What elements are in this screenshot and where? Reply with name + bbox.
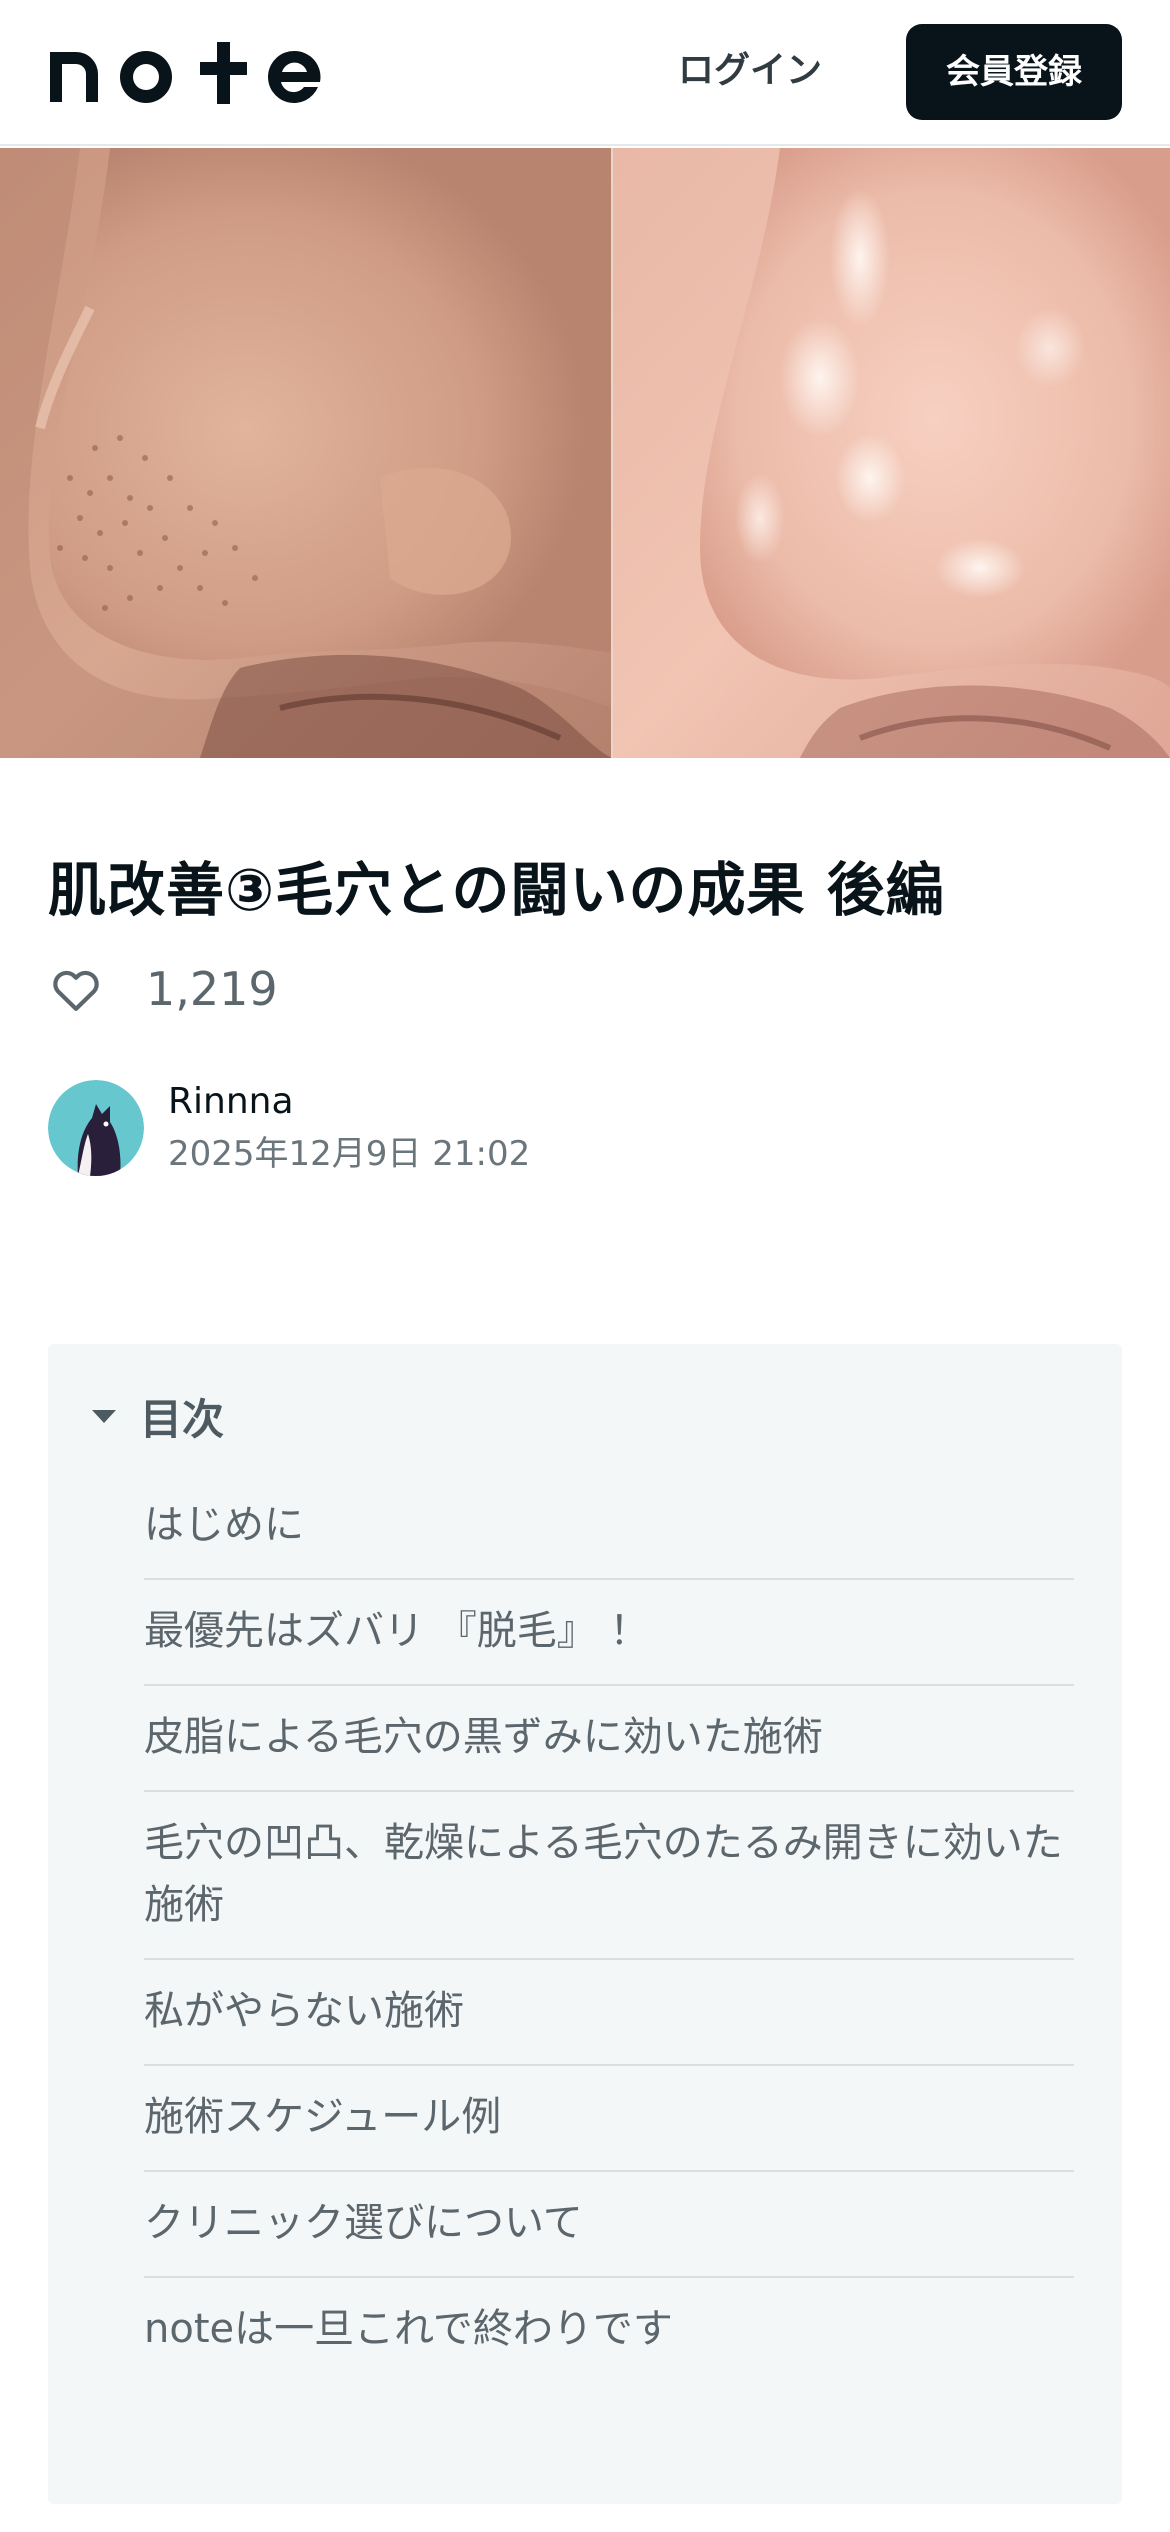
author-block: Rinnna 2025年12月9日 21:02 xyxy=(48,1078,530,1178)
toc-item[interactable]: 皮脂による毛穴の黒ずみに効いた施術 xyxy=(144,1686,1074,1792)
toc-item[interactable]: 私がやらない施術 xyxy=(144,1960,1074,2066)
toc-item[interactable]: 毛穴の凹凸、乾燥による毛穴のたるみ開きに効いた施術 xyxy=(144,1792,1074,1960)
caret-down-icon xyxy=(92,1410,116,1423)
like-row: 1,219 xyxy=(48,956,278,1022)
table-of-contents: 目次 はじめに 最優先はズバリ 『脱毛』 ！ 皮脂による毛穴の黒ずみに効いた施術… xyxy=(48,1344,1122,2504)
author-name[interactable]: Rinnna xyxy=(168,1076,530,1128)
toc-title: 目次 xyxy=(140,1394,225,1444)
signup-button[interactable]: 会員登録 xyxy=(906,24,1122,120)
login-link[interactable]: ログイン xyxy=(650,40,850,102)
toc-item[interactable]: クリニック選びについて xyxy=(144,2172,1074,2278)
toc-toggle[interactable]: 目次 xyxy=(90,1386,224,1446)
article-title: 肌改善③毛穴との闘いの成果 後編 xyxy=(48,856,945,924)
hero-image xyxy=(0,148,1170,758)
toc-item[interactable]: noteは一旦これで終わりです xyxy=(144,2278,1074,2382)
toc-list: はじめに 最優先はズバリ 『脱毛』 ！ 皮脂による毛穴の黒ずみに効いた施術 毛穴… xyxy=(144,1474,1074,2382)
like-count: 1,219 xyxy=(146,962,278,1016)
publish-date: 2025年12月9日 21:02 xyxy=(168,1134,531,1174)
toc-item[interactable]: 施術スケジュール例 xyxy=(144,2066,1074,2172)
heart-icon[interactable] xyxy=(48,961,104,1017)
avatar[interactable] xyxy=(48,1080,144,1176)
site-header: ログイン 会員登録 xyxy=(0,0,1170,146)
toc-item[interactable]: 最優先はズバリ 『脱毛』 ！ xyxy=(144,1580,1074,1686)
note-logo[interactable] xyxy=(46,38,346,108)
toc-item[interactable]: はじめに xyxy=(144,1474,1074,1580)
